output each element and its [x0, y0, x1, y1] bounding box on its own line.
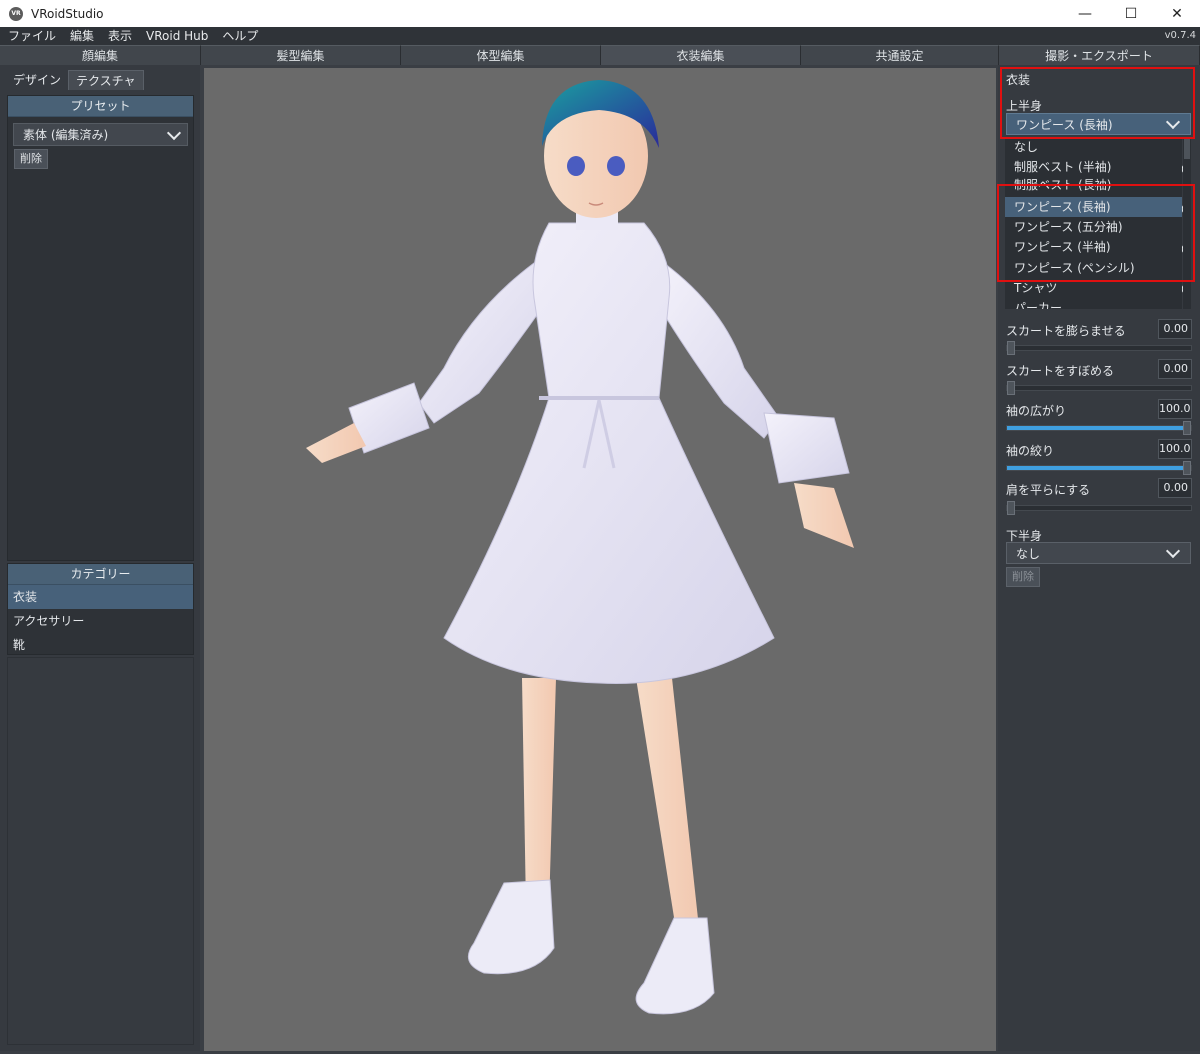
- close-button[interactable]: ✕: [1154, 0, 1200, 27]
- menu-bar: ファイル 編集 表示 VRoid Hub ヘルプ v0.7.4: [0, 27, 1200, 45]
- slider-handle[interactable]: [1183, 421, 1191, 435]
- option-uniform-vest-short[interactable]: 制服ベスト (半袖): [1005, 157, 1182, 177]
- slider-label-sleeve-tighten: 袖の絞り: [1006, 444, 1055, 458]
- slider-label-skirt-narrow: スカートをすぼめる: [1006, 364, 1115, 378]
- value-skirt-inflate[interactable]: 0.00: [1158, 319, 1192, 339]
- preset-delete-button[interactable]: 削除: [14, 149, 48, 169]
- slider-label-shoulder-flat: 肩を平らにする: [1006, 483, 1091, 497]
- slider-skirt-narrow[interactable]: [1006, 381, 1192, 395]
- chevron-down-icon: [166, 125, 182, 141]
- lower-body-value: なし: [1016, 546, 1041, 561]
- tab-texture[interactable]: テクスチャ: [68, 70, 144, 90]
- editor-tabs: 顔編集 髪型編集 体型編集 衣装編集 共通設定 撮影・エクスポート: [0, 45, 1200, 65]
- menu-file[interactable]: ファイル: [0, 27, 63, 45]
- left-panel-empty: [7, 657, 194, 1045]
- left-panel: デザイン テクスチャ プリセット 素体 (編集済み) 削除 カテゴリー 衣装 ア…: [0, 65, 200, 1051]
- highlight-box-onepiece-options: [997, 184, 1195, 282]
- tab-photo-export[interactable]: 撮影・エクスポート: [999, 45, 1200, 65]
- category-header: カテゴリー: [8, 564, 193, 585]
- value-sleeve-spread[interactable]: 100.0: [1158, 399, 1192, 419]
- slider-sleeve-spread[interactable]: [1006, 421, 1192, 435]
- menu-help[interactable]: ヘルプ: [215, 27, 265, 45]
- preset-value: 素体 (編集済み): [23, 128, 109, 142]
- slider-label-skirt-inflate: スカートを膨らませる: [1006, 324, 1126, 338]
- preset-dropdown[interactable]: 素体 (編集済み): [13, 123, 188, 146]
- lower-body-dropdown[interactable]: なし: [1006, 542, 1191, 564]
- vroid-logo-icon: VR: [9, 6, 23, 21]
- maximize-button[interactable]: ☐: [1108, 0, 1154, 27]
- value-shoulder-flat[interactable]: 0.00: [1158, 478, 1192, 498]
- tab-design[interactable]: デザイン: [6, 70, 68, 90]
- tab-face[interactable]: 顔編集: [0, 45, 201, 65]
- version-label: v0.7.4: [1164, 30, 1196, 41]
- slider-sleeve-tighten[interactable]: [1006, 461, 1192, 475]
- sub-tabs: デザイン テクスチャ: [6, 70, 144, 90]
- value-sleeve-tighten[interactable]: 100.0: [1158, 439, 1192, 459]
- category-item-accessory[interactable]: アクセサリー: [8, 609, 193, 633]
- scroll-thumb[interactable]: [1184, 139, 1190, 159]
- minimize-button[interactable]: —: [1062, 0, 1108, 27]
- category-panel: カテゴリー 衣装 アクセサリー 靴: [7, 563, 194, 655]
- menu-view[interactable]: 表示: [101, 27, 139, 45]
- window-title: VRoidStudio: [31, 6, 104, 21]
- category-item-outfit[interactable]: 衣装: [8, 585, 193, 609]
- slider-label-sleeve-spread: 袖の広がり: [1006, 404, 1067, 418]
- tab-common-settings[interactable]: 共通設定: [801, 45, 999, 65]
- character-model: [306, 80, 854, 1015]
- tab-body[interactable]: 体型編集: [401, 45, 601, 65]
- slider-fill: [1007, 426, 1191, 430]
- slider-skirt-inflate[interactable]: [1006, 341, 1192, 355]
- chevron-down-icon: [1165, 543, 1181, 559]
- tab-outfit[interactable]: 衣装編集: [601, 45, 801, 65]
- menu-edit[interactable]: 編集: [63, 27, 101, 45]
- model-viewport[interactable]: [204, 68, 996, 1051]
- preset-header: プリセット: [8, 96, 193, 117]
- slider-handle[interactable]: [1183, 461, 1191, 475]
- title-bar: VR VRoidStudio — ☐ ✕: [0, 0, 1200, 27]
- category-item-shoes[interactable]: 靴: [8, 633, 193, 657]
- option-none[interactable]: なし: [1005, 137, 1182, 157]
- option-hoodie[interactable]: パーカー: [1005, 298, 1182, 309]
- window-controls: — ☐ ✕: [1062, 0, 1200, 27]
- lower-body-delete-button[interactable]: 削除: [1006, 567, 1040, 587]
- slider-fill: [1007, 466, 1191, 470]
- slider-handle[interactable]: [1007, 381, 1015, 395]
- slider-handle[interactable]: [1007, 341, 1015, 355]
- value-skirt-narrow[interactable]: 0.00: [1158, 359, 1192, 379]
- highlight-box-upper-dropdown: [1000, 67, 1195, 139]
- slider-shoulder-flat[interactable]: [1006, 501, 1192, 515]
- slider-handle[interactable]: [1007, 501, 1015, 515]
- preset-panel: プリセット 素体 (編集済み) 削除: [7, 95, 194, 561]
- menu-vroid-hub[interactable]: VRoid Hub: [139, 27, 215, 45]
- tab-hair[interactable]: 髪型編集: [201, 45, 401, 65]
